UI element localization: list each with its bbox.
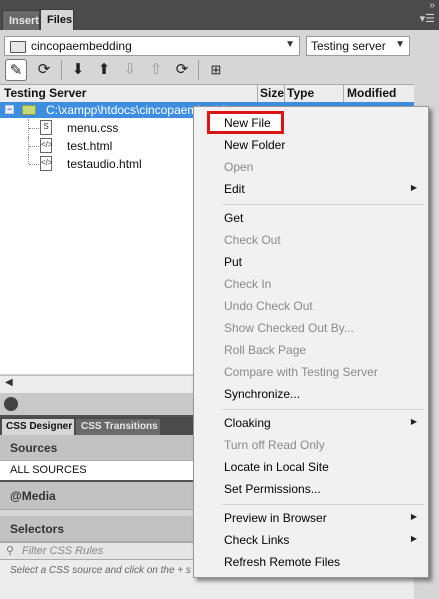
menu-item-new-file[interactable]: New File: [195, 113, 427, 135]
submenu-arrow-icon: ▶: [410, 534, 417, 543]
tab-css-transitions[interactable]: CSS Transitions: [76, 419, 160, 435]
check-in-icon[interactable]: ⇧: [145, 59, 167, 81]
menu-item-check-links[interactable]: Check Links ▶: [195, 530, 427, 552]
column-modified[interactable]: Modified: [347, 86, 396, 100]
tab-insert[interactable]: Insert: [2, 10, 40, 30]
file-name: test.html: [67, 139, 113, 153]
folder-icon: [22, 105, 36, 115]
css-file-icon: S: [40, 120, 52, 135]
list-item[interactable]: </> testaudio.html: [0, 155, 200, 173]
file-name: menu.css: [67, 121, 119, 135]
menu-item-show-checked-out-by[interactable]: Show Checked Out By...: [195, 318, 427, 340]
menu-separator: [222, 409, 424, 410]
submenu-arrow-icon: ▶: [410, 183, 417, 192]
check-out-icon[interactable]: ⇩: [119, 59, 141, 81]
submenu-arrow-icon: ▶: [410, 512, 417, 521]
put-icon[interactable]: ⬆: [93, 59, 115, 81]
menu-item-get[interactable]: Get: [195, 208, 427, 230]
menu-item-locate-in-local-site[interactable]: Locate in Local Site: [195, 457, 427, 479]
view-select-value: Testing server: [311, 39, 386, 53]
menu-separator: [222, 504, 424, 505]
list-item[interactable]: </> test.html: [0, 137, 200, 155]
context-menu: New File New Folder Open Edit ▶ Get Check…: [193, 106, 429, 578]
menu-item-undo-check-out[interactable]: Undo Check Out: [195, 296, 427, 318]
toolbar-divider: [198, 60, 199, 80]
list-item[interactable]: S menu.css: [0, 119, 200, 137]
log-icon[interactable]: [4, 397, 18, 411]
menu-item-set-permissions[interactable]: Set Permissions...: [195, 479, 427, 501]
get-icon[interactable]: ⬇: [67, 59, 89, 81]
menu-item-put[interactable]: Put: [195, 252, 427, 274]
menu-item-edit[interactable]: Edit ▶: [195, 179, 427, 201]
column-header: Testing Server Size Type Modified: [0, 84, 414, 103]
menu-item-check-in[interactable]: Check In: [195, 274, 427, 296]
menu-separator: [222, 204, 424, 205]
column-size[interactable]: Size: [260, 86, 284, 100]
refresh-icon[interactable]: ⟳: [33, 59, 55, 81]
tab-files[interactable]: Files: [40, 9, 74, 30]
panel-menu-icon[interactable]: ▾☰: [420, 12, 435, 25]
site-icon: [10, 41, 26, 53]
menu-item-compare-with-testing-server[interactable]: Compare with Testing Server: [195, 362, 427, 384]
menu-item-cloaking[interactable]: Cloaking ▶: [195, 413, 427, 435]
sync-icon[interactable]: ⟳: [171, 59, 193, 81]
menu-item-preview-in-browser[interactable]: Preview in Browser ▶: [195, 508, 427, 530]
view-select[interactable]: Testing server ▼: [306, 36, 410, 56]
expand-icon[interactable]: ⊞: [205, 59, 227, 81]
collapse-toggle-icon[interactable]: −: [5, 105, 14, 114]
menu-item-refresh-remote-files[interactable]: Refresh Remote Files: [195, 552, 427, 574]
scroll-left-icon[interactable]: ◀: [5, 377, 13, 388]
site-select[interactable]: cincopaembedding ▼: [4, 36, 300, 56]
menu-item-turn-off-read-only[interactable]: Turn off Read Only: [195, 435, 427, 457]
toolbar-divider: [61, 60, 62, 80]
collapse-panel-icon[interactable]: »: [429, 0, 435, 11]
html-file-icon: </>: [40, 156, 53, 171]
search-icon: ⚲: [6, 545, 15, 557]
menu-item-synchronize[interactable]: Synchronize...: [195, 384, 427, 406]
menu-item-roll-back-page[interactable]: Roll Back Page: [195, 340, 427, 362]
chevron-down-icon: ▼: [285, 39, 295, 50]
column-type[interactable]: Type: [287, 86, 314, 100]
menu-item-check-out[interactable]: Check Out: [195, 230, 427, 252]
column-name[interactable]: Testing Server: [4, 86, 86, 100]
site-select-value: cincopaembedding: [31, 39, 132, 53]
menu-item-open[interactable]: Open: [195, 157, 427, 179]
menu-item-new-folder[interactable]: New Folder: [195, 135, 427, 157]
chevron-down-icon: ▼: [395, 39, 405, 50]
filter-placeholder: Filter CSS Rules: [22, 545, 104, 557]
connect-icon[interactable]: ✎: [5, 59, 27, 81]
tab-css-designer[interactable]: CSS Designer: [2, 419, 74, 435]
html-file-icon: </>: [40, 138, 53, 153]
submenu-arrow-icon: ▶: [410, 417, 417, 426]
file-name: testaudio.html: [67, 157, 142, 171]
